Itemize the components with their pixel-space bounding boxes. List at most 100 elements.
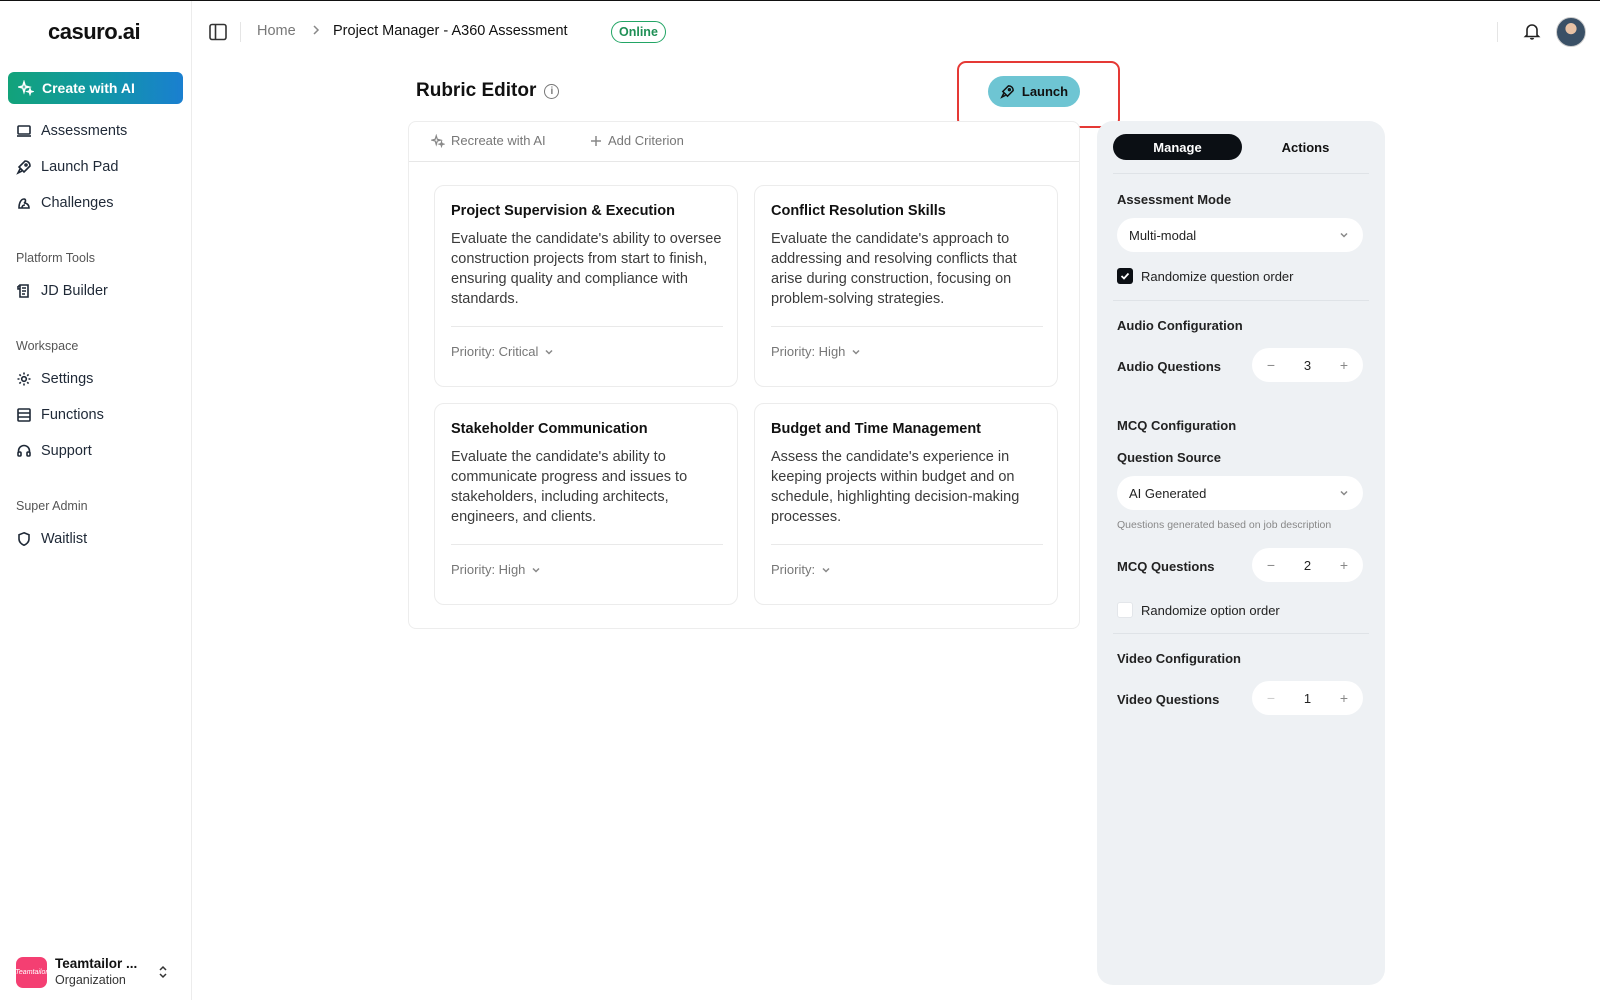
rocket-icon [16,160,31,175]
sidebar-item-launch-pad[interactable]: Launch Pad [16,155,118,179]
chevron-down-icon [1340,232,1348,238]
user-avatar[interactable] [1556,17,1586,47]
randomize-option-order-checkbox[interactable]: Randomize option order [1117,602,1280,618]
audio-questions-stepper[interactable]: − 3 + [1252,348,1363,382]
increment-button[interactable]: + [1337,557,1351,573]
sidebar-item-assessments[interactable]: Assessments [16,119,127,143]
mcq-config-label: MCQ Configuration [1117,418,1237,433]
organization-logo-text: Teamtailor [15,968,48,976]
shield-icon [18,531,30,547]
sidebar-item-functions[interactable]: Functions [16,403,104,427]
create-with-ai-label: Create with AI [42,80,135,96]
priority-label: Priority: [771,562,816,577]
bell-icon[interactable] [1522,21,1542,41]
video-questions-value: 1 [1303,690,1312,706]
video-config-label: Video Configuration [1117,651,1241,666]
criterion-title: Conflict Resolution Skills [771,203,946,219]
assessment-mode-select[interactable]: Multi-modal [1117,218,1363,252]
recreate-label: Recreate with AI [451,133,546,148]
priority-label: Priority: Critical [451,344,539,359]
check-icon [1120,272,1130,280]
breadcrumb-home[interactable]: Home [257,23,296,39]
mcq-questions-stepper[interactable]: − 2 + [1252,548,1363,582]
increment-button[interactable]: + [1337,357,1351,373]
criterion-title: Stakeholder Communication [451,421,648,437]
sidebar-item-jd-builder[interactable]: JD Builder [16,279,108,303]
page-title-text: Rubric Editor [416,80,537,101]
organization-switcher[interactable]: Teamtailor Teamtailor ... Organization [15,954,176,990]
assessment-mode-label: Assessment Mode [1117,192,1232,207]
launch-button[interactable]: Launch [988,76,1080,107]
audio-config-label: Audio Configuration [1117,318,1243,333]
sparkle-icon [431,133,445,148]
checkbox-checked[interactable] [1117,268,1133,284]
organization-subtitle: Organization [55,973,126,987]
chevron-down-icon [852,349,860,355]
sidebar-item-label: Waitlist [41,531,88,547]
checkbox-unchecked[interactable] [1117,602,1133,618]
decrement-button[interactable]: − [1264,357,1278,373]
app-logo[interactable]: casuro.ai [48,19,141,45]
laptop-icon [17,125,31,137]
sidebar-item-label: Settings [41,371,94,387]
audio-questions-value: 3 [1303,357,1312,373]
priority-dropdown[interactable]: Priority: High [451,562,541,577]
video-questions-stepper[interactable]: − 1 + [1252,681,1363,715]
criterion-card[interactable]: Project Supervision & Execution Evaluate… [434,185,738,387]
table-icon [17,408,31,422]
sidebar-item-label: Launch Pad [41,159,119,175]
criterion-card[interactable]: Stakeholder Communication Evaluate the c… [434,403,738,605]
priority-dropdown[interactable]: Priority: [771,562,831,577]
chevron-up-down-icon [159,965,167,979]
add-criterion-button[interactable]: Add Criterion [590,133,684,148]
priority-dropdown[interactable]: Priority: High [771,344,861,359]
sidebar: casuro.ai Create with AI Assessments Lau… [0,1,192,1000]
sidebar-item-label: Support [41,443,92,459]
tab-actions[interactable]: Actions [1242,134,1369,160]
settings-panel: Manage Actions Assessment Mode Multi-mod… [1097,121,1385,985]
section-workspace: Workspace [16,339,79,353]
sidebar-toggle-icon[interactable] [208,22,228,42]
recreate-with-ai-button[interactable]: Recreate with AI [431,133,546,148]
sidebar-item-waitlist[interactable]: Waitlist [16,527,87,551]
create-with-ai-button[interactable]: Create with AI [8,72,183,104]
header-divider [240,22,241,42]
criterion-description: Evaluate the candidate's ability to comm… [451,449,688,525]
sidebar-item-label: Challenges [41,195,114,211]
rocket-icon [1000,85,1014,99]
chevron-down-icon [1340,490,1348,496]
info-icon[interactable]: i [544,83,560,99]
question-source-label: Question Source [1117,450,1222,465]
tab-manage[interactable]: Manage [1113,134,1242,160]
decrement-button[interactable]: − [1264,557,1278,573]
panel-divider [1113,173,1369,174]
sidebar-item-challenges[interactable]: Challenges [16,191,114,215]
mcq-questions-label: MCQ Questions [1117,559,1215,574]
organization-name: Teamtailor ... [55,956,138,971]
criterion-card[interactable]: Budget and Time Management Assess the ca… [754,403,1058,605]
randomize-question-order-checkbox[interactable]: Randomize question order [1117,268,1293,284]
top-border [0,0,1600,1]
question-source-select[interactable]: AI Generated [1117,476,1363,510]
card-divider [771,544,1043,545]
sidebar-item-settings[interactable]: Settings [16,367,93,391]
assessment-mode-value: Multi-modal [1129,227,1197,243]
sidebar-item-support[interactable]: Support [16,439,92,463]
gear-icon [17,372,31,386]
page-title: Rubric Editor i [416,80,560,102]
chevron-down-icon [532,567,540,573]
chevron-down-icon [545,349,553,355]
sidebar-item-label: Functions [41,407,104,423]
priority-dropdown[interactable]: Priority: Critical [451,344,554,359]
question-source-hint: Questions generated based on job descrip… [1117,519,1332,531]
panel-divider [1113,633,1369,634]
sidebar-item-label: Assessments [41,123,128,139]
criterion-title: Project Supervision & Execution [451,203,675,219]
section-platform-tools: Platform Tools [16,251,95,265]
editor-toolbar: Recreate with AI Add Criterion [409,122,1079,162]
criterion-card[interactable]: Conflict Resolution Skills Evaluate the … [754,185,1058,387]
sparkle-icon [18,80,34,96]
increment-button[interactable]: + [1337,690,1351,706]
breadcrumb-current: Project Manager - A360 Assessment [333,23,568,39]
decrement-button[interactable]: − [1264,690,1278,706]
